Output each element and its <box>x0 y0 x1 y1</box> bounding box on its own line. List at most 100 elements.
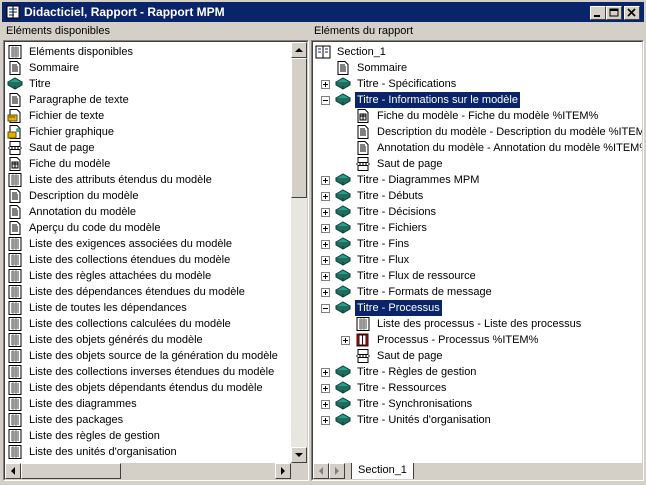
list-icon <box>7 301 23 315</box>
collapse-icon[interactable] <box>321 96 330 105</box>
available-element-label: Liste des dépendances étendues du modèle <box>29 286 245 298</box>
document-icon <box>335 61 351 75</box>
document-icon <box>7 205 23 219</box>
list-icon <box>7 45 23 59</box>
collapse-icon[interactable] <box>321 304 330 313</box>
document-icon <box>7 93 23 107</box>
book-icon <box>334 269 352 283</box>
list-icon <box>7 445 23 459</box>
list-icon <box>7 365 23 379</box>
expand-icon[interactable] <box>321 176 330 185</box>
report-tree-item-label: Saut de page <box>377 158 443 170</box>
available-element-label: Titre <box>29 78 51 90</box>
document-icon <box>355 125 371 139</box>
available-element-label: Fichier graphique <box>29 126 114 138</box>
left-scroll-thumb[interactable] <box>291 58 307 198</box>
close-button[interactable] <box>624 6 640 20</box>
report-app-icon <box>6 5 20 19</box>
expand-icon[interactable] <box>321 288 330 297</box>
expand-icon[interactable] <box>321 80 330 89</box>
available-element-label: Liste des unités d'organisation <box>29 446 177 458</box>
text-file-icon <box>7 109 23 123</box>
list-icon <box>7 173 23 187</box>
left-hscroll-thumb[interactable] <box>21 463 121 479</box>
list-icon <box>7 413 23 427</box>
available-element-label: Liste des packages <box>29 414 124 426</box>
expand-icon[interactable] <box>321 256 330 265</box>
report-tree-item-label: Processus - Processus %ITEM% <box>377 334 539 346</box>
list-icon <box>7 381 23 395</box>
left-horizontal-scrollbar[interactable] <box>5 463 307 479</box>
list-icon <box>355 317 371 331</box>
expand-icon[interactable] <box>321 240 330 249</box>
expand-icon[interactable] <box>321 368 330 377</box>
expand-icon[interactable] <box>321 208 330 217</box>
expand-icon[interactable] <box>321 416 330 425</box>
expand-icon[interactable] <box>341 336 350 345</box>
available-element-label: Fiche du modèle <box>29 158 111 170</box>
report-tree-item-label: Liste des processus - Liste des processu… <box>377 318 582 330</box>
report-editor-window: Didacticiel, Rapport - Rapport MPM Eléme… <box>0 0 646 485</box>
document-icon <box>7 189 23 203</box>
list-icon <box>7 269 23 283</box>
available-element-label: Sommaire <box>29 62 80 74</box>
scroll-up-button[interactable] <box>291 42 307 58</box>
available-element-label: Fichier de texte <box>29 110 105 122</box>
expand-icon[interactable] <box>321 192 330 201</box>
available-element-label: Liste des exigences associées du modèle <box>29 238 233 250</box>
close-icon <box>627 8 636 17</box>
report-elements-pane: Section_1 Sommaire Titre - Spécifications T… <box>311 40 644 481</box>
scroll-right-button[interactable] <box>275 463 291 479</box>
list-icon <box>7 253 23 267</box>
report-tree-item-label: Titre - Unités d'organisation <box>357 414 491 426</box>
book-icon <box>334 397 352 411</box>
model-sheet-icon <box>7 157 23 171</box>
report-tree-item-label: Titre - Flux de ressource <box>357 270 476 282</box>
expand-icon[interactable] <box>321 224 330 233</box>
expand-icon[interactable] <box>321 272 330 281</box>
book-icon <box>334 237 352 251</box>
left-vertical-scrollbar[interactable] <box>291 42 307 463</box>
report-tree-item-label: Annotation du modèle - Annotation du mod… <box>377 142 643 154</box>
report-tree-item-label: Titre - Règles de gestion <box>357 366 477 378</box>
available-element-label: Liste des objets générés du modèle <box>29 334 203 346</box>
available-element-label: Liste des attributs étendus du modèle <box>29 174 212 186</box>
report-tree-item-label: Sommaire <box>357 62 408 74</box>
available-element-label: Liste des règles de gestion <box>29 430 160 442</box>
expand-icon[interactable] <box>321 400 330 409</box>
book-icon <box>334 221 352 235</box>
tab-section-1[interactable]: Section_1 <box>351 463 414 479</box>
list-icon <box>7 333 23 347</box>
tab-scroll-left-button[interactable] <box>313 463 329 479</box>
model-sheet-icon <box>355 109 371 123</box>
available-element-label: Liste des collections calculées du modèl… <box>29 318 231 330</box>
book-icon <box>334 77 352 91</box>
document-icon <box>7 61 23 75</box>
available-element-label: Liste des diagrammes <box>29 398 137 410</box>
arrow-right-icon <box>281 467 285 475</box>
window-title: Didacticiel, Rapport - Rapport MPM <box>24 5 225 19</box>
expand-icon[interactable] <box>321 384 330 393</box>
tab-scroll-right-button[interactable] <box>329 463 345 479</box>
report-tree-item-label: Fiche du modèle - Fiche du modèle %ITEM% <box>377 110 599 122</box>
scroll-down-button[interactable] <box>291 447 307 463</box>
book-icon <box>334 285 352 299</box>
title-bar[interactable]: Didacticiel, Rapport - Rapport MPM <box>2 2 644 22</box>
available-element-label: Description du modèle <box>29 190 139 202</box>
right-pane-header: Eléments du rapport <box>314 25 414 37</box>
document-icon <box>7 221 23 235</box>
available-elements-pane: Eléments disponibles Sommaire Titre Paragra… <box>3 40 309 481</box>
list-icon <box>7 349 23 363</box>
maximize-icon <box>609 8 619 17</box>
arrow-up-icon <box>295 48 303 52</box>
minimize-button[interactable] <box>590 6 606 20</box>
report-tree-item-label: Titre - Fins <box>357 238 410 250</box>
available-element-label: Liste des règles attachées du modèle <box>29 270 212 282</box>
scroll-left-button[interactable] <box>5 463 21 479</box>
report-tree-item-label: Saut de page <box>377 350 443 362</box>
report-tree-item-label: Titre - Formats de message <box>357 286 492 298</box>
book-icon <box>334 253 352 267</box>
book-icon <box>334 189 352 203</box>
maximize-button[interactable] <box>606 6 622 20</box>
available-element-label: Liste de toutes les dépendances <box>29 302 187 314</box>
